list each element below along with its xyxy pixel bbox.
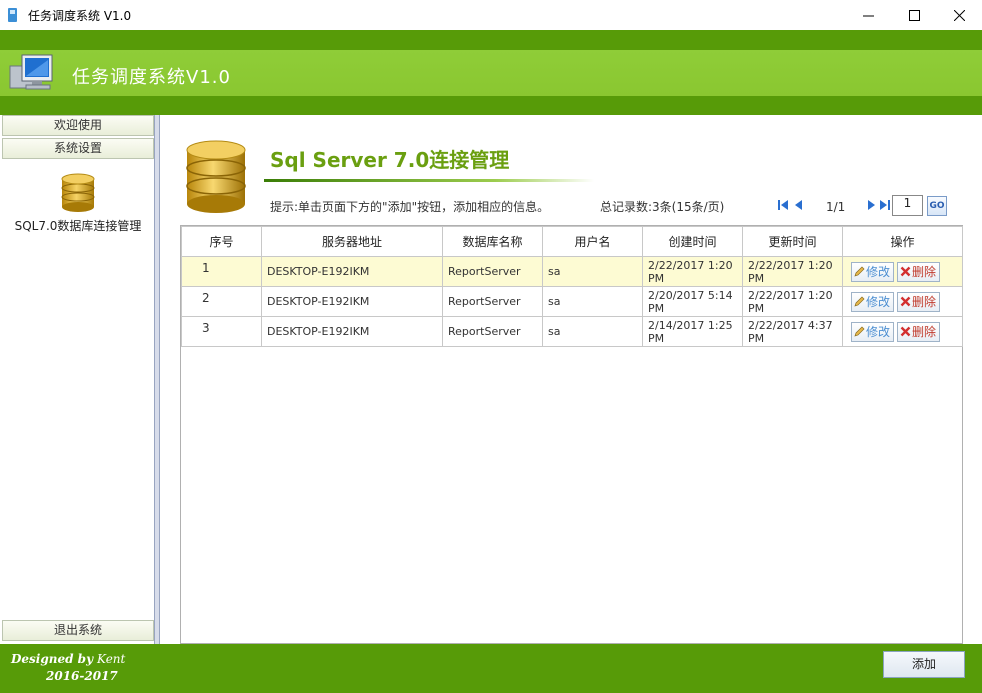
- go-button[interactable]: GO: [927, 196, 947, 216]
- minimize-icon: [862, 15, 874, 16]
- title-underline: [264, 179, 594, 182]
- next-page-icon: [868, 200, 875, 210]
- delete-x-icon: [900, 326, 911, 336]
- cell-no: 2: [181, 286, 262, 317]
- record-count: 总记录数:3条(15条/页): [600, 200, 725, 214]
- edit-button[interactable]: 修改: [851, 321, 895, 342]
- close-icon: [953, 9, 965, 21]
- cell-user: sa: [542, 256, 643, 287]
- sidebar: 欢迎使用 系统设置 SQL7.0数据库连接管理 退出系统: [0, 115, 156, 644]
- page-number-input[interactable]: 1: [892, 195, 923, 216]
- cell-created: 2/22/2017 1:20 PM: [642, 256, 743, 287]
- author-name: Kent: [97, 652, 126, 666]
- pencil-icon: [854, 326, 865, 337]
- cell-created: 2/20/2017 5:14 PM: [642, 286, 743, 317]
- window-title: 任务调度系统 V1.0: [28, 9, 132, 23]
- designed-by-label: Designed by: [11, 652, 94, 666]
- main-content: Sql Server 7.0连接管理 提示:单击页面下方的"添加"按钮，添加相应…: [160, 115, 982, 644]
- delete-label: 删除: [912, 264, 937, 279]
- cell-no: 3: [181, 316, 262, 347]
- cell-no: 1: [181, 256, 262, 287]
- sidebar-item-label: SQL7.0数据库连接管理: [14, 219, 142, 233]
- add-button[interactable]: 添加: [883, 651, 965, 678]
- first-page-button[interactable]: [777, 198, 789, 215]
- first-page-icon: [778, 200, 788, 210]
- cell-updated: 2/22/2017 4:37 PM: [742, 316, 843, 347]
- app-header-title: 任务调度系统V1.0: [72, 67, 231, 88]
- delete-label: 删除: [912, 294, 937, 309]
- pencil-icon: [854, 266, 865, 277]
- sidebar-item-sql-connection[interactable]: SQL7.0数据库连接管理: [4, 173, 152, 234]
- cell-updated: 2/22/2017 1:20 PM: [742, 286, 843, 317]
- cell-actions: 修改 删除: [842, 256, 963, 287]
- table-row[interactable]: 1 DESKTOP-E192IKM ReportServer sa 2/22/2…: [181, 256, 963, 287]
- footer-years: 2016-2017: [46, 669, 118, 683]
- cell-updated: 2/22/2017 1:20 PM: [742, 256, 843, 287]
- sidebar-tab-welcome[interactable]: 欢迎使用: [2, 115, 154, 136]
- cell-server: DESKTOP-E192IKM: [261, 256, 443, 287]
- footer-credit: Designed by Kent: [11, 652, 125, 666]
- page-indicator: 1/1: [826, 200, 846, 214]
- delete-button[interactable]: 删除: [897, 291, 941, 312]
- cell-actions: 修改 删除: [842, 316, 963, 347]
- delete-button[interactable]: 删除: [897, 261, 941, 282]
- page-title: Sql Server 7.0连接管理: [270, 148, 510, 172]
- window-titlebar: 任务调度系统 V1.0: [0, 0, 982, 30]
- column-header-server: 服务器地址: [261, 226, 443, 257]
- column-header-user: 用户名: [542, 226, 643, 257]
- column-header-database: 数据库名称: [442, 226, 543, 257]
- app-footer: Designed by Kent 2016-2017 添加: [0, 644, 982, 693]
- edit-label: 修改: [866, 294, 891, 309]
- edit-button[interactable]: 修改: [851, 291, 895, 312]
- app-header: 任务调度系统V1.0: [0, 50, 982, 96]
- column-header-created: 创建时间: [642, 226, 743, 257]
- database-icon-large: [186, 140, 246, 213]
- edit-label: 修改: [866, 264, 891, 279]
- table-row[interactable]: 2 DESKTOP-E192IKM ReportServer sa 2/20/2…: [181, 286, 963, 317]
- close-button[interactable]: [936, 0, 982, 30]
- table-header-row: 序号 服务器地址 数据库名称 用户名 创建时间 更新时间 操作: [181, 226, 963, 257]
- cell-user: sa: [542, 286, 643, 317]
- last-page-button[interactable]: [879, 198, 891, 215]
- delete-x-icon: [900, 296, 911, 306]
- last-page-icon: [880, 200, 890, 210]
- header-bottom-band: [0, 96, 982, 115]
- sidebar-exit-button[interactable]: 退出系统: [2, 620, 154, 641]
- delete-button[interactable]: 删除: [897, 321, 941, 342]
- header-top-band: [0, 30, 982, 50]
- edit-button[interactable]: 修改: [851, 261, 895, 282]
- previous-page-icon: [795, 200, 802, 210]
- edit-label: 修改: [866, 324, 891, 339]
- cell-server: DESKTOP-E192IKM: [261, 316, 443, 347]
- connections-table: 序号 服务器地址 数据库名称 用户名 创建时间 更新时间 操作 1 DESKTO…: [180, 225, 963, 644]
- column-header-no: 序号: [181, 226, 262, 257]
- cell-database: ReportServer: [442, 316, 543, 347]
- next-page-button[interactable]: [865, 198, 877, 215]
- sidebar-tab-settings[interactable]: 系统设置: [2, 138, 154, 159]
- column-header-actions: 操作: [842, 226, 963, 257]
- table-row[interactable]: 3 DESKTOP-E192IKM ReportServer sa 2/14/2…: [181, 316, 963, 347]
- column-header-updated: 更新时间: [742, 226, 843, 257]
- delete-x-icon: [900, 266, 911, 276]
- previous-page-button[interactable]: [793, 198, 805, 215]
- cell-server: DESKTOP-E192IKM: [261, 286, 443, 317]
- cell-user: sa: [542, 316, 643, 347]
- hint-text: 提示:单击页面下方的"添加"按钮，添加相应的信息。: [270, 200, 550, 214]
- app-icon: [8, 8, 17, 22]
- database-icon: [61, 173, 95, 212]
- minimize-button[interactable]: [845, 0, 891, 30]
- cell-database: ReportServer: [442, 256, 543, 287]
- computer-monitor-icon: [9, 54, 53, 90]
- cell-created: 2/14/2017 1:25 PM: [642, 316, 743, 347]
- delete-label: 删除: [912, 324, 937, 339]
- pencil-icon: [854, 296, 865, 307]
- cell-database: ReportServer: [442, 286, 543, 317]
- maximize-button[interactable]: [891, 0, 937, 30]
- cell-actions: 修改 删除: [842, 286, 963, 317]
- maximize-icon: [908, 9, 920, 21]
